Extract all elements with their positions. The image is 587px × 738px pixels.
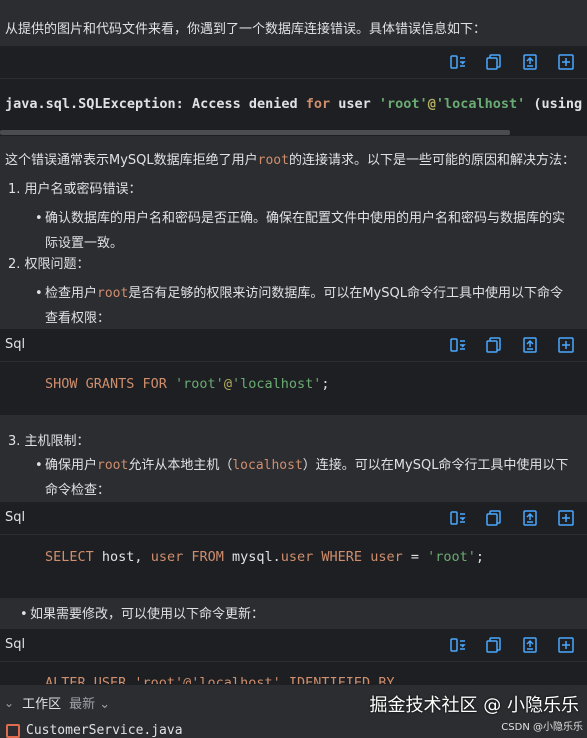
sql-code-block-2: Sql SELECT host, user FROM mysql.user WH… — [0, 502, 587, 598]
toggle-wrap-icon[interactable] — [449, 509, 467, 527]
summary-text: 这个错误通常表示MySQL数据库拒绝了用户root的连接请求。以下是一些可能的原… — [5, 153, 575, 168]
list-item-2-heading: 2. 权限问题： — [8, 257, 90, 272]
toggle-wrap-icon[interactable] — [449, 53, 467, 71]
insert-icon[interactable] — [521, 336, 539, 354]
copy-icon[interactable] — [485, 636, 503, 654]
error-code-block: java.sql.SQLException: Access denied for… — [0, 46, 587, 136]
code-language-label: Sql — [5, 510, 26, 525]
workspace-tab-header[interactable]: ⌄ 工作区 最新 ⌄ — [4, 693, 110, 713]
toggle-wrap-icon[interactable] — [449, 636, 467, 654]
new-file-icon[interactable] — [557, 509, 575, 527]
code-toolbar: Sql — [0, 629, 587, 662]
sql-code-block-1: Sql SHOW GRANTS FOR 'root'@'localhost'; — [0, 329, 587, 415]
list-item-1-heading: 1. 用户名或密码错误： — [8, 182, 142, 197]
new-file-icon[interactable] — [557, 53, 575, 71]
code-language-label: Sql — [5, 637, 26, 652]
copy-icon[interactable] — [485, 53, 503, 71]
list-item-1-bullet: 确认数据库的用户名和密码是否正确。确保在配置文件中使用的用户名和密码与数据库的实… — [35, 206, 575, 256]
code-language-label: Sql — [5, 337, 26, 352]
intro-text: 从提供的图片和代码文件来看，你遇到了一个数据库连接错误。具体错误信息如下： — [5, 22, 487, 37]
horizontal-scrollbar[interactable] — [0, 130, 510, 135]
code-toolbar — [0, 46, 587, 79]
recent-dropdown[interactable]: 最新 ⌄ — [69, 693, 110, 712]
insert-icon[interactable] — [521, 53, 539, 71]
sql-code-block-3: Sql ALTER USER 'root'@'localhost' IDENTI… — [0, 629, 587, 685]
list-item-3-heading: 3. 主机限制： — [8, 434, 90, 449]
sql-code-line-1: SHOW GRANTS FOR 'root'@'localhost'; — [45, 376, 330, 392]
new-file-icon[interactable] — [557, 636, 575, 654]
chevron-down-icon[interactable]: ⌄ — [4, 696, 14, 710]
sql-code-line-2: SELECT host, user FROM mysql.user WHERE … — [45, 549, 485, 565]
copy-icon[interactable] — [485, 509, 503, 527]
csdn-watermark: CSDN @小隐乐乐 — [501, 722, 583, 733]
error-code-line: java.sql.SQLException: Access denied for… — [5, 96, 583, 112]
code-toolbar: Sql — [0, 329, 587, 362]
toggle-wrap-icon[interactable] — [449, 336, 467, 354]
bottom-tool-window: ⌄ 工作区 最新 ⌄ CustomerService.java 掘金技术社区 @… — [0, 684, 587, 738]
new-file-icon[interactable] — [557, 336, 575, 354]
code-toolbar: Sql — [0, 502, 587, 535]
list-item-4-bullet: 如果需要修改，可以使用以下命令更新： — [20, 602, 560, 627]
watermark: 掘金技术社区 @ 小隐乐乐 — [369, 695, 579, 716]
list-item-2-bullet: 检查用户root是否有足够的权限来访问数据库。可以在MySQL命令行工具中使用以… — [35, 281, 575, 331]
java-file-icon — [6, 723, 20, 738]
copy-icon[interactable] — [485, 336, 503, 354]
list-item-3-bullet: 确保用户root允许从本地主机（localhost）连接。可以在MySQL命令行… — [35, 453, 575, 503]
insert-icon[interactable] — [521, 636, 539, 654]
workspace-label[interactable]: 工作区 — [22, 693, 61, 712]
insert-icon[interactable] — [521, 509, 539, 527]
